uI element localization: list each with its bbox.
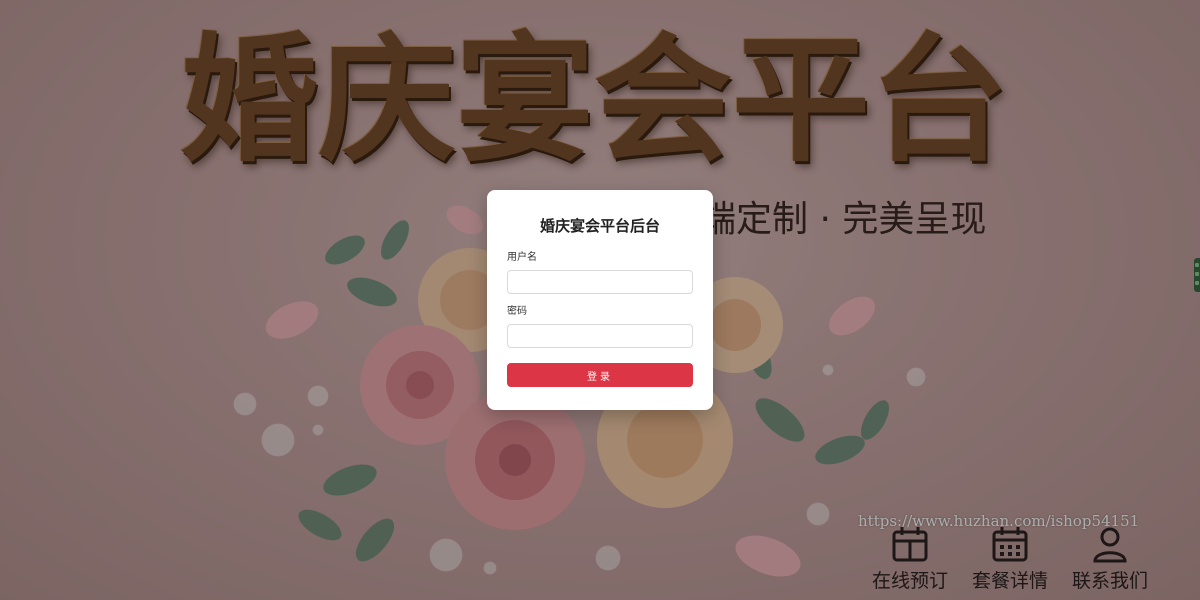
username-label: 用户名	[507, 252, 537, 263]
login-button[interactable]: 登录	[507, 363, 693, 387]
username-input[interactable]	[507, 270, 693, 294]
password-input[interactable]	[507, 324, 693, 348]
login-title: 婚庆宴会平台后台	[539, 217, 660, 235]
login-card: 婚庆宴会平台后台 用户名 密码 登录	[487, 190, 713, 410]
login-page: 婚庆宴会平台 高端定制 · 完美呈现 https://www.huzhan.co…	[0, 0, 1200, 600]
password-label: 密码	[507, 306, 527, 317]
